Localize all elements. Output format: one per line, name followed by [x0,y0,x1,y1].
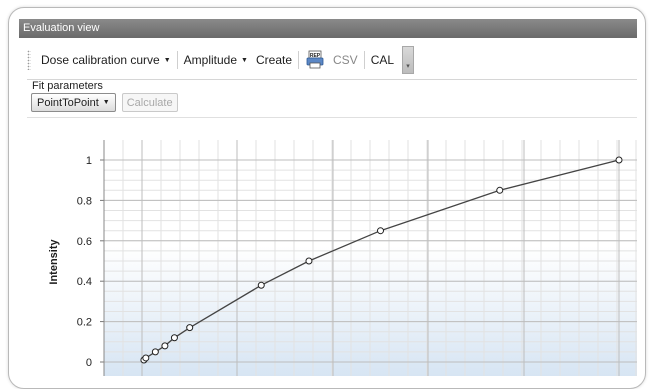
data-point [186,324,194,332]
y-tick-label: 0 [86,357,92,369]
data-point [170,334,178,342]
data-point [305,257,313,265]
data-point [615,156,623,164]
data-point [496,186,504,194]
y-tick-label: 0.8 [77,195,92,207]
y-tick-label: 0.2 [77,317,92,329]
data-point [161,342,169,350]
y-tick-label: 0.4 [77,276,92,288]
data-point [257,281,265,289]
data-point [151,348,159,356]
data-point [142,354,150,362]
y-axis-label: Intensity [48,239,60,285]
calibration-chart: 0 0.2 0.4 0.6 0.8 1 [77,140,637,376]
data-point [377,227,384,235]
y-tick-label: 1 [86,155,92,167]
y-tick-label: 0.6 [77,236,92,248]
